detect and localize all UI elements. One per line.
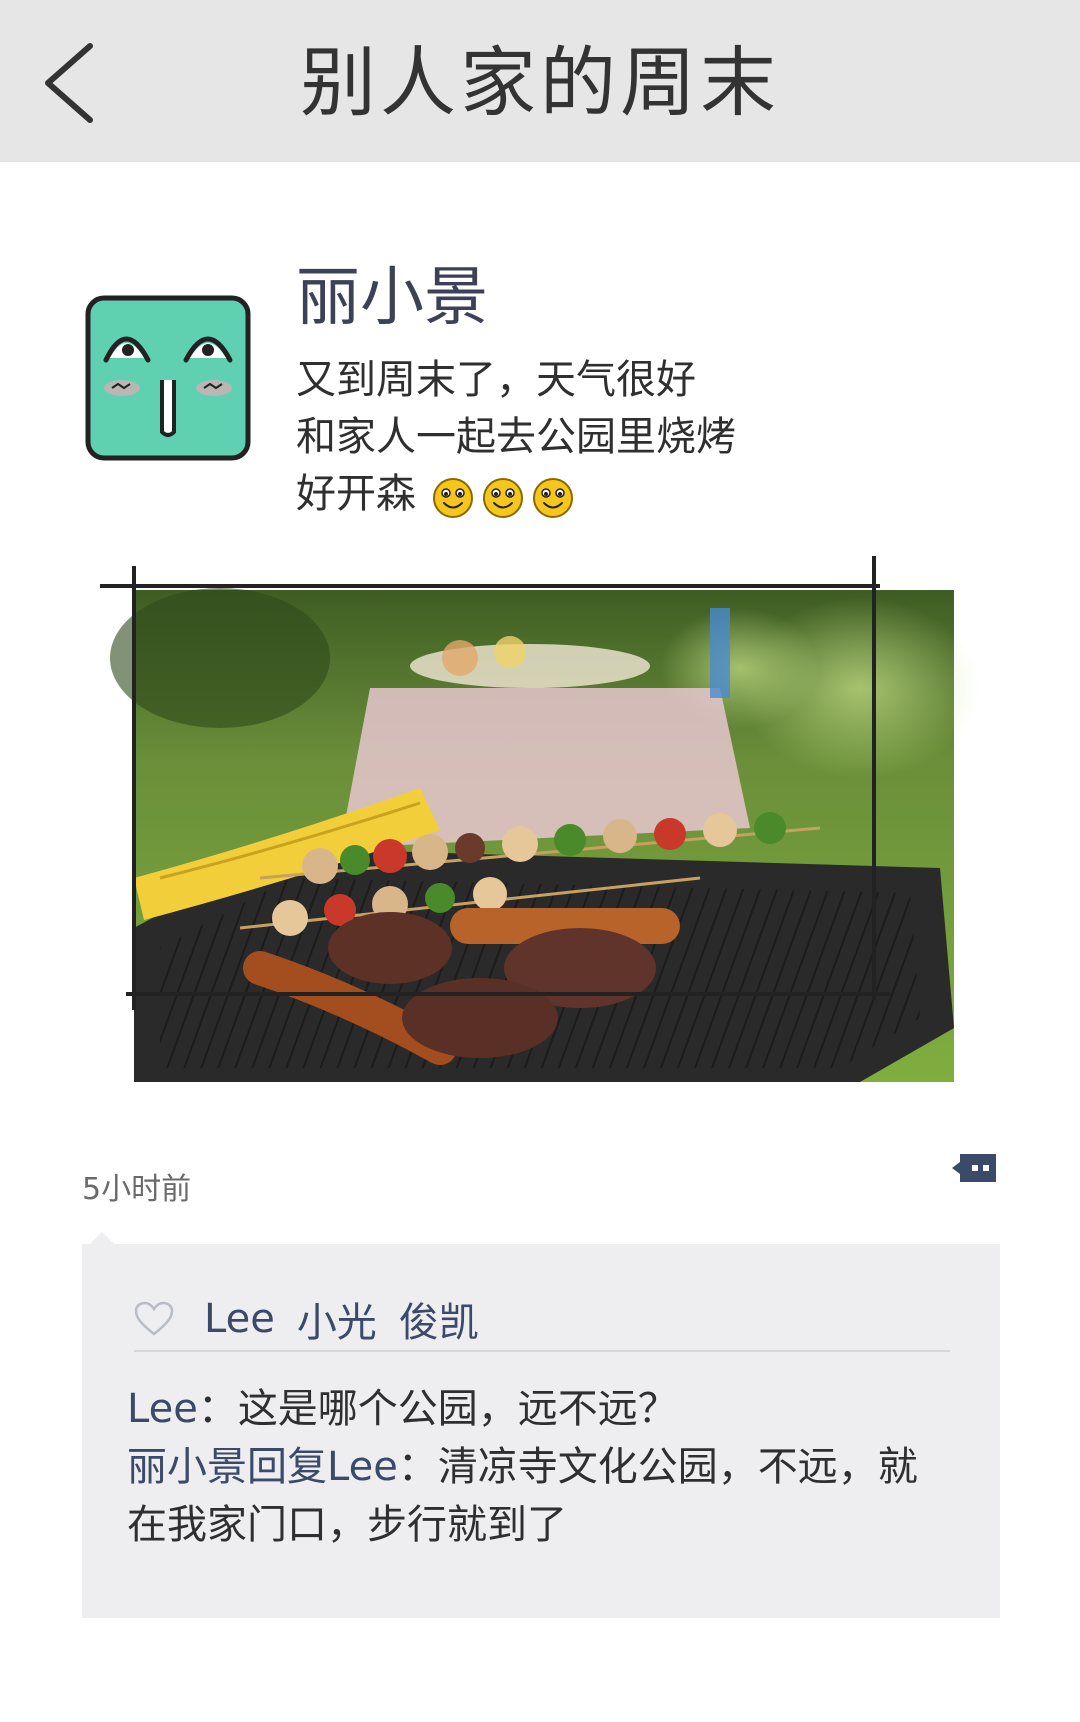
comment-list: Lee：这是哪个公园，远不远？ 丽小景回复Lee：清凉寺文化公园，不远，就在我家… <box>127 1380 947 1554</box>
comment-separator: ： <box>397 1444 438 1490</box>
post-line: 好开森 <box>296 471 416 517</box>
post-line: 和家人一起去公园里烧烤 <box>296 414 736 460</box>
reply-word: 回复 <box>247 1444 327 1490</box>
comment-author[interactable]: Lee <box>127 1386 198 1432</box>
liker-name[interactable]: Lee <box>204 1296 275 1342</box>
comment-item: 丽小景回复Lee：清凉寺文化公园，不远，就在我家门口，步行就到了 <box>127 1438 947 1554</box>
liker-name[interactable]: 俊凯 <box>399 1290 479 1348</box>
smile-emoji-icon <box>533 477 573 518</box>
comment-button[interactable] <box>950 1152 1000 1186</box>
post-photo[interactable] <box>100 548 980 1098</box>
top-bar: 别人家的周末 <box>0 0 1080 162</box>
comment-separator: ： <box>197 1386 238 1432</box>
comment-author[interactable]: 丽小景 <box>127 1444 247 1490</box>
page-title: 别人家的周末 <box>300 38 780 127</box>
interaction-panel: Lee 小光 俊凯 Lee：这是哪个公园，远不远？ 丽小景回复Lee：清凉寺文化… <box>82 1232 1000 1618</box>
smile-emoji-icon <box>483 477 523 518</box>
post-time: 5小时前 <box>82 1172 192 1207</box>
reply-to-user[interactable]: Lee <box>327 1444 398 1490</box>
author-name[interactable]: 丽小景 <box>296 258 488 338</box>
post-text: 又到周末了，天气很好 和家人一起去公园里烧烤 好开森 <box>296 352 896 523</box>
heart-icon[interactable] <box>134 1301 174 1337</box>
likes-row: Lee 小光 俊凯 <box>134 1288 950 1352</box>
avatar[interactable] <box>82 292 254 464</box>
smile-emoji-icon <box>433 477 473 518</box>
comment-bubble-icon <box>952 1154 996 1182</box>
liker-name[interactable]: 小光 <box>297 1290 377 1348</box>
post-line: 又到周末了，天气很好 <box>296 357 696 403</box>
comment-text: 这是哪个公园，远不远？ <box>237 1386 678 1432</box>
comment-item: Lee：这是哪个公园，远不远？ <box>127 1380 947 1438</box>
